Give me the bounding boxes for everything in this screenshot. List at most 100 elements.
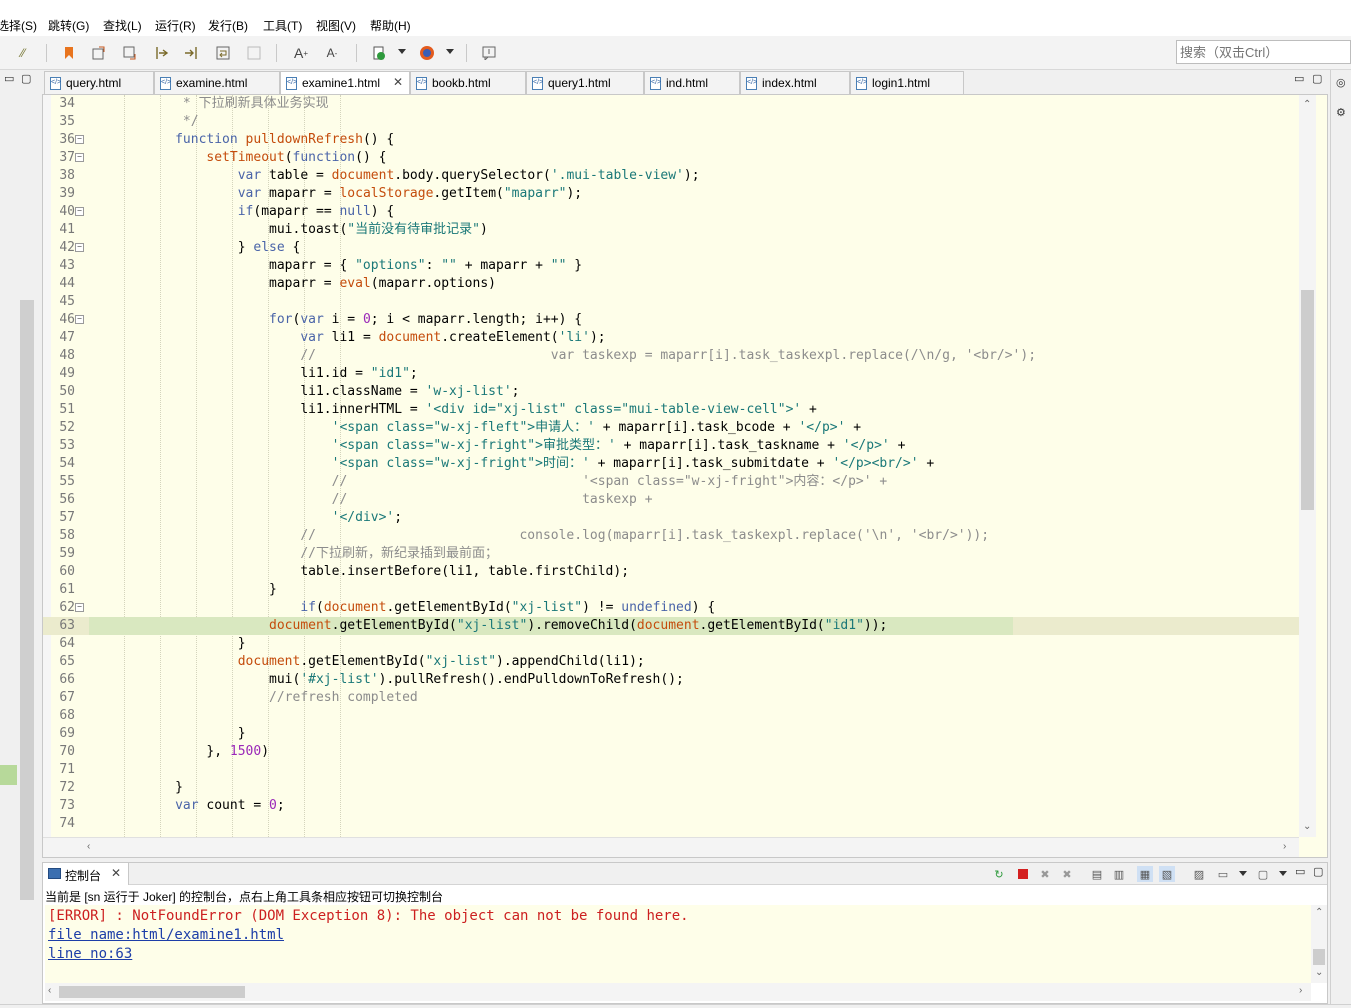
code-line[interactable]: 50 li1.className = 'w-xj-list'; — [43, 383, 1299, 401]
code-line[interactable]: 68 — [43, 707, 1299, 725]
pin-console-icon[interactable]: ▧ — [1159, 866, 1175, 882]
console-line-link[interactable]: line no:63 — [48, 946, 132, 962]
scroll-down-icon[interactable]: ⌄ — [1303, 821, 1311, 832]
stop-icon[interactable] — [1015, 866, 1031, 882]
tab-console[interactable]: 控制台 ✕ — [43, 863, 129, 885]
menu-tools[interactable]: 工具(T) — [263, 17, 302, 34]
menu-run[interactable]: 运行(R) — [155, 17, 196, 34]
code-line[interactable]: 70 }, 1500) — [43, 743, 1299, 761]
code-line[interactable]: 42− } else { — [43, 239, 1299, 257]
menu-find[interactable]: 查找(L) — [103, 17, 142, 34]
wand-icon[interactable]: ⁄⁄ — [14, 44, 32, 62]
fold-toggle-icon[interactable]: − — [75, 603, 84, 612]
maximize-icon[interactable]: ▢ — [1312, 72, 1322, 85]
console-file-link[interactable]: file name:html/examine1.html — [48, 927, 284, 943]
code-line[interactable]: 72 } — [43, 779, 1299, 797]
jump-down-icon[interactable] — [121, 44, 139, 62]
code-line[interactable]: 63 document.getElementById("xj-list").re… — [43, 617, 1299, 635]
code-line[interactable]: 41 mui.toast("当前没有待审批记录") — [43, 221, 1299, 239]
fold-toggle-icon[interactable]: − — [75, 315, 84, 324]
scroll-right-icon[interactable]: › — [1283, 841, 1286, 852]
close-icon[interactable]: ✕ — [111, 866, 121, 880]
maximize-icon[interactable]: ▢ — [21, 72, 31, 85]
new-console-icon[interactable]: ▢ — [1255, 866, 1271, 882]
scroll-left-icon[interactable]: ‹ — [48, 985, 51, 996]
code-line[interactable]: 47 var li1 = document.createElement('li'… — [43, 329, 1299, 347]
code-line[interactable]: 61 } — [43, 581, 1299, 599]
scroll-down-icon[interactable]: ⌄ — [1315, 967, 1323, 978]
clear-console-icon[interactable]: ▤ — [1089, 866, 1105, 882]
code-line[interactable]: 57 '</div>'; — [43, 509, 1299, 527]
font-decrease-icon[interactable]: A- — [323, 44, 341, 62]
menu-goto[interactable]: 跳转(G) — [48, 17, 89, 34]
code-line[interactable]: 65 document.getElementById("xj-list").ap… — [43, 653, 1299, 671]
run-dropdown-icon[interactable] — [398, 49, 406, 54]
code-line[interactable]: 49 li1.id = "id1"; — [43, 365, 1299, 383]
minimize-icon[interactable]: ▭ — [1294, 72, 1304, 85]
scroll-lock-icon[interactable]: ▥ — [1111, 866, 1127, 882]
code-line[interactable]: 38 var table = document.body.querySelect… — [43, 167, 1299, 185]
code-line[interactable]: 71 — [43, 761, 1299, 779]
code-line[interactable]: 73 var count = 0; — [43, 797, 1299, 815]
code-line[interactable]: 34 * 下拉刷新具体业务实现 — [43, 95, 1299, 113]
remove-all-icon[interactable]: ✖ — [1059, 866, 1075, 882]
tab-login1-html[interactable]: </> login1.html — [850, 71, 964, 94]
code-line[interactable]: 52 '<span class="w-xj-fleft">申请人：' + map… — [43, 419, 1299, 437]
code-editor[interactable]: 34 * 下拉刷新具体业务实现 35 */36− function pulldow… — [42, 94, 1328, 858]
code-line[interactable]: 56 // taskexp + — [43, 491, 1299, 509]
close-icon[interactable]: ✕ — [393, 75, 403, 89]
scroll-thumb[interactable] — [59, 986, 245, 998]
code-line[interactable]: 66 mui('#xj-list').pullRefresh().endPull… — [43, 671, 1299, 689]
browser-icon[interactable] — [418, 44, 436, 62]
jump-up-icon[interactable] — [90, 44, 108, 62]
code-line[interactable]: 44 maparr = eval(maparr.options) — [43, 275, 1299, 293]
code-line[interactable]: 55 // '<span class="w-xj-fright">内容：</p>… — [43, 473, 1299, 491]
console-horizontal-scrollbar[interactable]: ‹ › — [45, 983, 1311, 1001]
code-line[interactable]: 40− if(maparr == null) { — [43, 203, 1299, 221]
comment-icon[interactable] — [480, 44, 498, 62]
editor-vertical-scrollbar[interactable]: ⌃ ⌄ — [1299, 95, 1316, 837]
code-line[interactable]: 74 — [43, 815, 1299, 833]
scroll-up-icon[interactable]: ⌃ — [1315, 907, 1323, 918]
scroll-right-icon[interactable]: › — [1299, 985, 1302, 996]
remove-icon[interactable]: ✖ — [1037, 866, 1053, 882]
tab-query1-html[interactable]: </> query1.html — [526, 71, 644, 94]
menu-publish[interactable]: 发行(B) — [208, 17, 248, 34]
menu-select[interactable]: 选择(S) — [0, 17, 37, 34]
code-line[interactable]: 67 //refresh completed — [43, 689, 1299, 707]
display-console-dropdown-icon[interactable] — [1239, 871, 1247, 876]
code-line[interactable]: 69 } — [43, 725, 1299, 743]
tab-bookb-html[interactable]: </> bookb.html — [410, 71, 526, 94]
scroll-up-icon[interactable]: ⌃ — [1303, 99, 1311, 110]
format-icon[interactable] — [245, 44, 263, 62]
display-console-icon[interactable]: ▭ — [1215, 866, 1231, 882]
menu-view[interactable]: 视图(V) — [316, 17, 356, 34]
word-wrap-icon[interactable]: ▦ — [1137, 866, 1153, 882]
scroll-thumb[interactable] — [1301, 290, 1314, 510]
go-start-icon[interactable] — [153, 44, 171, 62]
scroll-left-icon[interactable]: ‹ — [87, 841, 90, 852]
tab-query-html[interactable]: </> query.html — [44, 71, 154, 94]
globe-icon[interactable]: ◎ — [1336, 76, 1346, 89]
fold-toggle-icon[interactable]: − — [75, 135, 84, 144]
tab-examine-html[interactable]: </> examine.html — [154, 71, 280, 94]
code-line[interactable]: 36− function pulldownRefresh() { — [43, 131, 1299, 149]
code-line[interactable]: 58 // console.log(maparr[i].task_taskexp… — [43, 527, 1299, 545]
code-line[interactable]: 35 */ — [43, 113, 1299, 131]
maximize-icon[interactable]: ▢ — [1313, 865, 1323, 878]
code-line[interactable]: 43 maparr = { "options": "" + maparr + "… — [43, 257, 1299, 275]
run-icon[interactable] — [370, 44, 388, 62]
code-line[interactable]: 51 li1.innerHTML = '<div id="xj-list" cl… — [43, 401, 1299, 419]
tab-index-html[interactable]: </> index.html — [740, 71, 850, 94]
font-increase-icon[interactable]: A + — [292, 44, 310, 62]
code-line[interactable]: 60 table.insertBefore(li1, table.firstCh… — [43, 563, 1299, 581]
go-end-icon[interactable] — [182, 44, 200, 62]
tab-ind-html[interactable]: </> ind.html — [644, 71, 740, 94]
console-output[interactable]: [ERROR] : NotFoundError (DOM Exception 8… — [45, 905, 1311, 983]
rerun-icon[interactable]: ↻ — [991, 866, 1007, 882]
bookmark-icon[interactable] — [60, 44, 78, 62]
new-console-dropdown-icon[interactable] — [1279, 871, 1287, 876]
code-line[interactable]: 46− for(var i = 0; i < maparr.length; i+… — [43, 311, 1299, 329]
settings-icon[interactable]: ⚙ — [1336, 106, 1346, 119]
fold-toggle-icon[interactable]: − — [75, 243, 84, 252]
